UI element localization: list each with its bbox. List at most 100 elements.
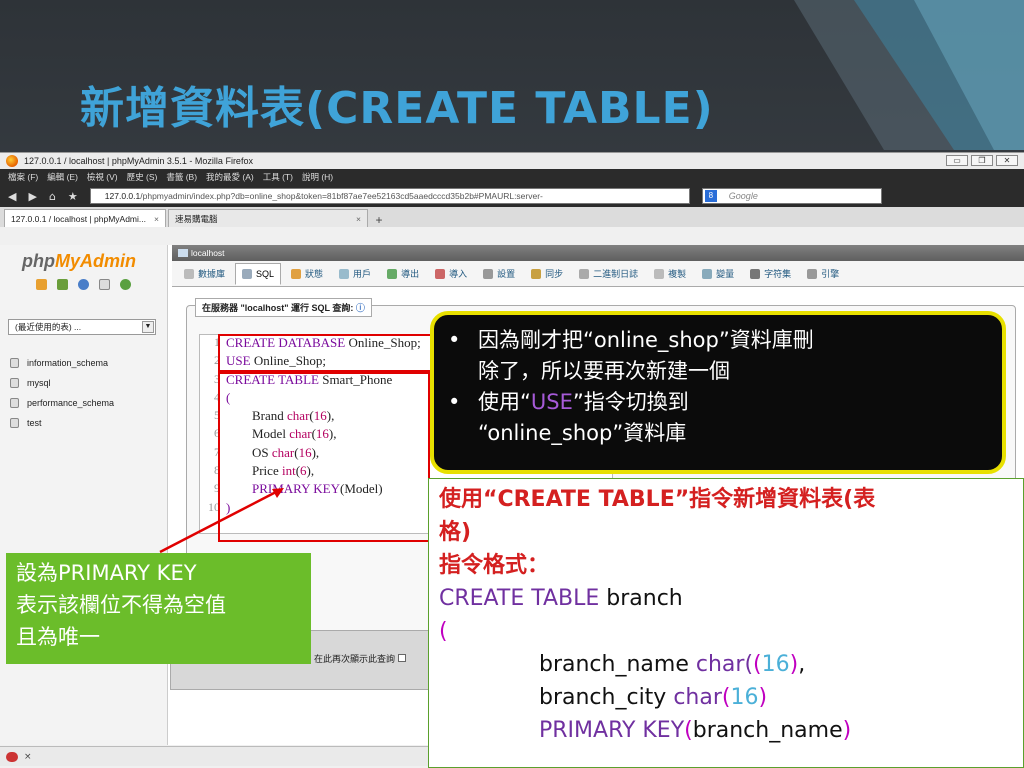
search-input[interactable]: 8 Google — [701, 188, 882, 204]
database-item[interactable]: mysql — [10, 373, 114, 393]
url-path: /phpmyadmin/index.php?db=online_shop&tok… — [140, 191, 543, 201]
settings-icon[interactable] — [120, 279, 131, 290]
database-item[interactable]: performance_schema — [10, 393, 114, 413]
tab-bar: 127.0.0.1 / localhost | phpMyAdmi... × 速易… — [0, 207, 1024, 227]
show-again-label: 在此再次顯示此查詢 — [314, 652, 406, 665]
explain-heading: 使用“CREATE TABLE”指令新增資料表(表 — [439, 487, 876, 512]
engine-icon — [807, 268, 818, 279]
tab-sync[interactable]: 同步 — [525, 263, 569, 285]
addon-icon[interactable] — [6, 751, 18, 762]
tab-import[interactable]: 導入 — [429, 263, 473, 285]
home-icon[interactable] — [36, 279, 47, 290]
forward-icon[interactable]: ▶ — [28, 190, 36, 203]
tab-label: 導入 — [449, 269, 468, 279]
syntax-line-col2: branch_city char(16) — [439, 681, 1013, 714]
menu-file[interactable]: 檔案 (F) — [8, 171, 38, 183]
recent-select-value: (最近使用的表) ... — [15, 322, 82, 332]
tab-label: 狀態 — [305, 269, 324, 279]
google-icon: 8 — [704, 190, 717, 202]
tab-status[interactable]: 狀態 — [285, 263, 329, 285]
addon-close-icon[interactable]: × — [24, 752, 32, 762]
column-name: branch_name — [539, 652, 696, 677]
column-type: char — [673, 685, 722, 710]
exit-icon[interactable] — [57, 279, 68, 290]
help-icon[interactable]: ⓘ — [356, 303, 365, 313]
minimize-icon[interactable]: ▭ — [946, 155, 968, 166]
tab-close-icon[interactable]: × — [154, 214, 159, 224]
pma-sidebar: phpMyAdmin (最近使用的表) ... ▼ information_sch… — [0, 245, 168, 745]
primary-key-keyword: PRIMARY KEY — [539, 718, 685, 743]
tab-settings[interactable]: 設置 — [477, 263, 521, 285]
tab-shop[interactable]: 速易購電腦 × — [167, 209, 368, 227]
callout-text: 因為剛才把“online_shop”資料庫刪 — [478, 328, 814, 352]
sync-icon — [531, 268, 542, 279]
callout-bullet-1-cont: 除了，所以要再次新建一個 — [448, 356, 986, 387]
slide-accent-shape — [764, 0, 1024, 150]
column-type: char — [695, 652, 745, 677]
database-item[interactable]: information_schema — [10, 353, 114, 373]
database-icon — [10, 378, 19, 388]
new-tab-icon[interactable]: + — [370, 213, 388, 227]
search-placeholder: Google — [728, 191, 758, 201]
menu-bookmarks[interactable]: 書籤 (B) — [166, 171, 197, 183]
database-item[interactable]: test — [10, 413, 114, 433]
url-field[interactable]: 127.0.0.1/phpmyadmin/index.php?db=online… — [89, 188, 690, 204]
menu-history[interactable]: 歷史 (S) — [127, 171, 158, 183]
database-list: information_schema mysql performance_sch… — [10, 353, 114, 433]
paren: ( — [721, 685, 731, 710]
help-icon[interactable] — [78, 279, 89, 290]
tab-export[interactable]: 導出 — [381, 263, 425, 285]
bullet-icon: • — [448, 328, 461, 352]
logo-myadmin: MyAdmin — [55, 251, 136, 271]
server-label[interactable]: localhost — [191, 248, 225, 258]
primary-key-column: branch_name — [692, 718, 843, 743]
wrench-icon — [483, 268, 494, 279]
back-icon[interactable]: ◀ — [8, 190, 16, 203]
tab-label: 複製 — [668, 269, 687, 279]
show-again-text: 在此再次顯示此查詢 — [314, 654, 396, 664]
menu-edit[interactable]: 編輯 (E) — [47, 171, 78, 183]
callout-text: 使用“ — [478, 390, 531, 414]
tab-binlog[interactable]: 二進制日誌 — [573, 263, 644, 285]
highlight-create-database — [218, 334, 432, 372]
menu-help[interactable]: 說明 (H) — [302, 171, 333, 183]
close-icon[interactable]: ✕ — [996, 155, 1018, 166]
recent-tables-select[interactable]: (最近使用的表) ... ▼ — [8, 319, 156, 335]
home-icon[interactable]: ⌂ — [49, 190, 56, 203]
pma-logo: phpMyAdmin — [22, 251, 136, 272]
replication-icon — [654, 268, 665, 279]
tab-label: 引擎 — [821, 269, 840, 279]
tab-phpmyadmin[interactable]: 127.0.0.1 / localhost | phpMyAdmi... × — [4, 209, 166, 227]
menu-favorites[interactable]: 我的最愛 (A) — [206, 171, 254, 183]
sql-icon — [242, 268, 253, 279]
callout-bullet-2-cont: “online_shop”資料庫 — [448, 418, 986, 449]
firefox-logo-icon — [6, 155, 18, 167]
bookmark-icon[interactable]: ★ — [68, 190, 78, 203]
tab-replication[interactable]: 複製 — [648, 263, 692, 285]
docs-icon[interactable] — [99, 279, 110, 290]
maximize-icon[interactable]: ❐ — [971, 155, 993, 166]
use-command-callout: • 因為剛才把“online_shop”資料庫刪 除了，所以要再次新建一個 • 使用… — [430, 311, 1006, 474]
tab-label: 設置 — [497, 269, 516, 279]
menu-tools[interactable]: 工具 (T) — [263, 171, 293, 183]
paren: ) — [758, 685, 768, 710]
tab-charsets[interactable]: 字符集 — [744, 263, 797, 285]
callout-bullet-1: • 因為剛才把“online_shop”資料庫刪 — [448, 325, 986, 356]
tab-close-icon[interactable]: × — [356, 214, 361, 224]
logo-php: php — [22, 251, 55, 271]
syntax-line-col1: branch_name char((16), — [439, 648, 1013, 681]
note-line: 表示該欄位不得為空值 — [16, 593, 226, 617]
column-length: 16 — [761, 652, 790, 677]
tab-databases[interactable]: 數據庫 — [178, 263, 231, 285]
tab-label: SQL — [256, 268, 275, 279]
tab-label: 127.0.0.1 / localhost | phpMyAdmi... — [11, 213, 146, 224]
tab-sql[interactable]: SQL — [235, 262, 282, 285]
menu-view[interactable]: 檢視 (V) — [87, 171, 118, 183]
tab-engines[interactable]: 引擎 — [801, 263, 845, 285]
tab-users[interactable]: 用戶 — [333, 263, 377, 285]
url-host: 127.0.0.1 — [104, 191, 141, 201]
callout-text: “online_shop”資料庫 — [478, 421, 687, 445]
query-legend-text: 在服務器 "localhost" 運行 SQL 查詢: — [202, 303, 354, 313]
tab-variables[interactable]: 變量 — [696, 263, 740, 285]
show-again-checkbox[interactable] — [397, 654, 406, 662]
